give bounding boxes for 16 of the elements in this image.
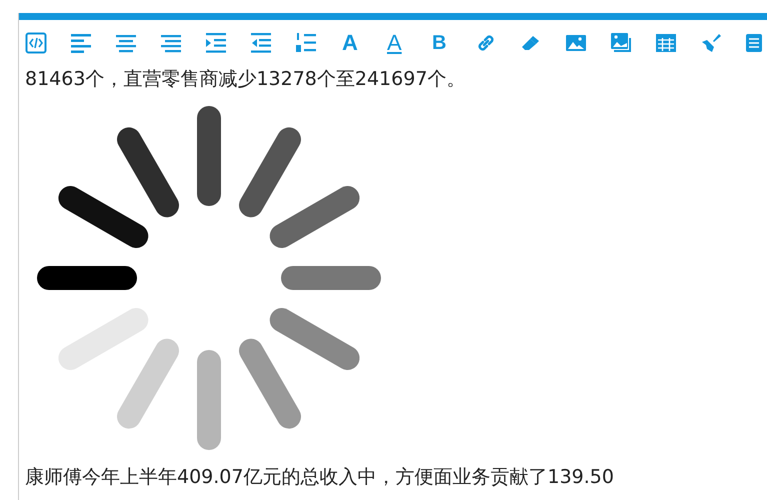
outdent-icon	[250, 32, 272, 54]
gallery-icon	[610, 32, 632, 54]
numbered-list-icon	[295, 32, 317, 54]
bold-button[interactable]: B	[430, 30, 475, 56]
indent-icon	[205, 32, 227, 54]
brush-icon	[700, 32, 722, 54]
align-right-icon	[160, 32, 182, 54]
font-size-button[interactable]: A	[340, 30, 385, 56]
paragraph: 康师傅今年上半年409.07亿元的总收入中，方便面业务贡献了139.50	[24, 465, 615, 490]
code-icon	[25, 32, 47, 54]
paragraph: 81463个，直营零售商减少13278个至241697个。	[24, 67, 466, 92]
font-color-button[interactable]: A	[385, 30, 430, 56]
align-center-icon	[115, 32, 137, 54]
align-left-icon	[70, 32, 92, 54]
image-icon	[565, 32, 587, 54]
table-icon	[655, 32, 677, 54]
